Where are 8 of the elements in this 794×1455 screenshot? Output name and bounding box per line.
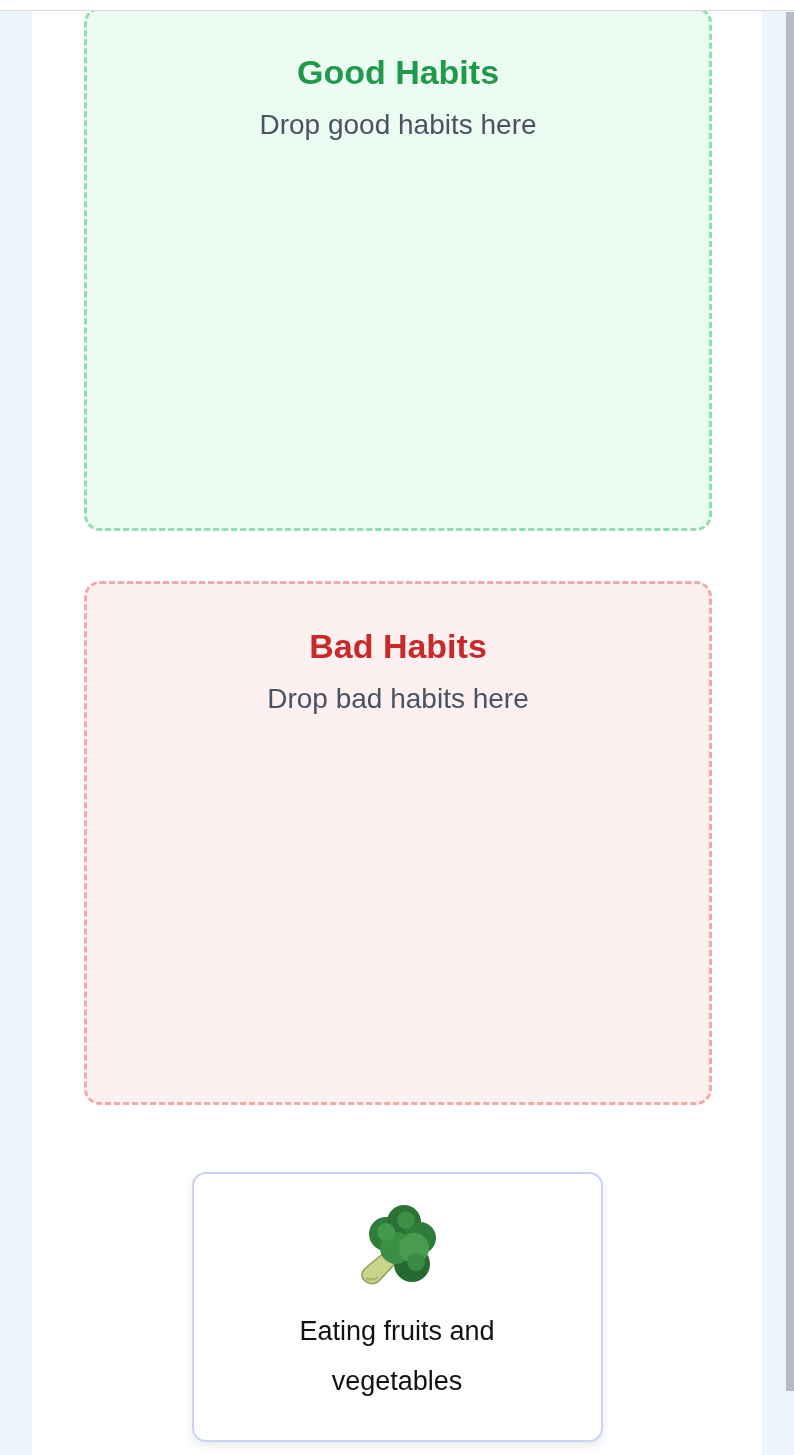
drop-zone[interactable]: Bad Habits Drop bad habits here	[84, 581, 712, 1105]
zone-title: Bad Habits	[309, 626, 487, 666]
zone-title: Good Habits	[296, 52, 500, 92]
zone-subtitle: Drop good habits here	[259, 108, 537, 142]
habit-card[interactable]: Eating fruits and vegetables	[191, 1172, 603, 1442]
habit-label: Eating fruits and vegetables	[298, 1315, 496, 1398]
zone-subtitle: Drop bad habits here	[267, 682, 529, 716]
scrollbar-thumb[interactable]	[786, 12, 794, 1391]
